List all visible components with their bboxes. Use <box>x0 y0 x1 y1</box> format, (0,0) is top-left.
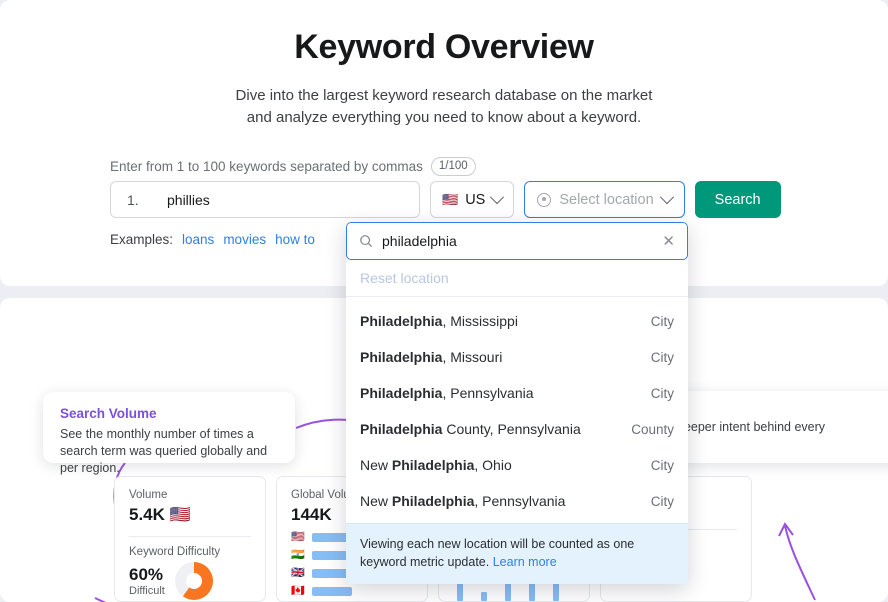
location-option-type: City <box>650 313 674 329</box>
page-title: Keyword Overview <box>294 28 594 66</box>
location-option-type: City <box>650 349 674 365</box>
metric-card-volume: Volume 5.4K 🇺🇸 Keyword Difficulty 60% Di… <box>114 476 266 602</box>
clear-icon[interactable]: ✕ <box>662 234 675 249</box>
metric-sub-caption: Difficult <box>129 585 165 597</box>
keyword-index: 1. <box>127 191 139 208</box>
location-option-type: County <box>631 421 674 437</box>
flag-icon: 🇺🇸 <box>291 531 305 543</box>
location-option-name: New Philadelphia, Ohio <box>360 457 512 473</box>
divider <box>129 536 251 537</box>
location-search-field[interactable]: philadelphia ✕ <box>346 222 688 260</box>
location-option[interactable]: New Philadelphia, Pennsylvania City <box>346 483 688 519</box>
database-selector[interactable]: 🇺🇸 US <box>430 181 515 218</box>
location-options-list: Philadelphia, Mississippi City Philadelp… <box>346 297 688 523</box>
learn-more-link[interactable]: Learn more <box>493 555 557 569</box>
location-placeholder: Select location <box>559 191 654 208</box>
flag-icon: 🇨🇦 <box>291 585 305 597</box>
bar <box>311 587 352 596</box>
location-option-name: Philadelphia, Missouri <box>360 349 503 365</box>
tooltip-body: See the monthly number of times a search… <box>60 427 268 475</box>
location-option-type: City <box>650 385 674 401</box>
location-option-type: City <box>650 493 674 509</box>
examples-label: Examples: <box>110 232 174 247</box>
location-option[interactable]: Philadelphia, Missouri City <box>346 339 688 375</box>
tooltip-intent: deeper intent behind every <box>660 391 888 463</box>
location-pin-icon <box>537 192 552 207</box>
location-option[interactable]: New Philadelphia, Ohio City <box>346 447 688 483</box>
location-dropdown: philadelphia ✕ Reset location Philadelph… <box>346 222 688 584</box>
location-option[interactable]: Philadelphia, Pennsylvania City <box>346 375 688 411</box>
reset-location-option[interactable]: Reset location <box>346 260 688 297</box>
keyword-hint: Enter from 1 to 100 keywords separated b… <box>110 157 476 176</box>
page-subtitle: Dive into the largest keyword research d… <box>0 85 888 129</box>
keyword-hint-text: Enter from 1 to 100 keywords separated b… <box>110 159 423 174</box>
example-link-movies[interactable]: movies <box>223 232 266 247</box>
chevron-down-icon <box>490 189 505 204</box>
example-link-how-to[interactable]: how to <box>275 232 315 247</box>
location-selector[interactable]: Select location <box>524 181 685 218</box>
location-option-name: Philadelphia County, Pennsylvania <box>360 421 581 437</box>
location-option-name: Philadelphia, Mississippi <box>360 313 518 329</box>
metric-sub-label: Keyword Difficulty <box>129 546 221 558</box>
search-icon <box>360 235 373 248</box>
flag-icon: 🇬🇧 <box>291 567 305 579</box>
location-option-type: City <box>650 457 674 473</box>
tooltip-body: deeper intent behind every <box>677 419 826 434</box>
dropdown-notice: Viewing each new location will be counte… <box>346 523 688 584</box>
chevron-down-icon <box>659 189 674 204</box>
metric-sub-value: 60% <box>129 565 164 584</box>
location-option-name: Philadelphia, Pennsylvania <box>360 385 534 401</box>
metric-number: 5.4K <box>129 505 165 524</box>
location-option[interactable]: Philadelphia, Mississippi City <box>346 303 688 339</box>
metric-label: Volume <box>129 489 168 501</box>
tooltip-search-volume: Search Volume See the monthly number of … <box>43 392 295 475</box>
tooltip-title: Search Volume <box>60 406 157 421</box>
difficulty-donut-chart <box>174 562 213 600</box>
keyword-counter-badge: 1/100 <box>430 157 476 176</box>
keyword-difficulty-row: 60% Difficult <box>129 562 251 600</box>
examples-row: Examples: loans movies how to <box>110 232 315 247</box>
flag-icon: 🇺🇸 <box>442 192 459 207</box>
search-button[interactable]: Search <box>694 181 781 218</box>
subtitle-line-2: and analyze everything you need to know … <box>246 109 642 126</box>
location-option[interactable]: Philadelphia County, Pennsylvania County <box>346 411 688 447</box>
keyword-input[interactable]: 1. phillies <box>110 181 420 218</box>
metric-value: 5.4K 🇺🇸 <box>129 505 251 525</box>
location-option-name: New Philadelphia, Pennsylvania <box>360 493 566 509</box>
location-search-value: philadelphia <box>382 233 457 249</box>
country-bar-row: 🇨🇦 <box>291 586 413 597</box>
keyword-overview-page: Loo Volume 5.4K 🇺🇸 Keyword Difficulty 60… <box>0 0 888 602</box>
subtitle-line-1: Dive into the largest keyword research d… <box>235 87 653 104</box>
keyword-value: phillies <box>167 191 210 208</box>
search-form: 1. phillies 🇺🇸 US Select location Search <box>110 181 781 218</box>
flag-icon: 🇺🇸 <box>169 505 192 524</box>
example-link-loans[interactable]: loans <box>182 232 214 247</box>
flag-icon: 🇮🇳 <box>291 549 305 561</box>
database-label: US <box>465 191 486 208</box>
